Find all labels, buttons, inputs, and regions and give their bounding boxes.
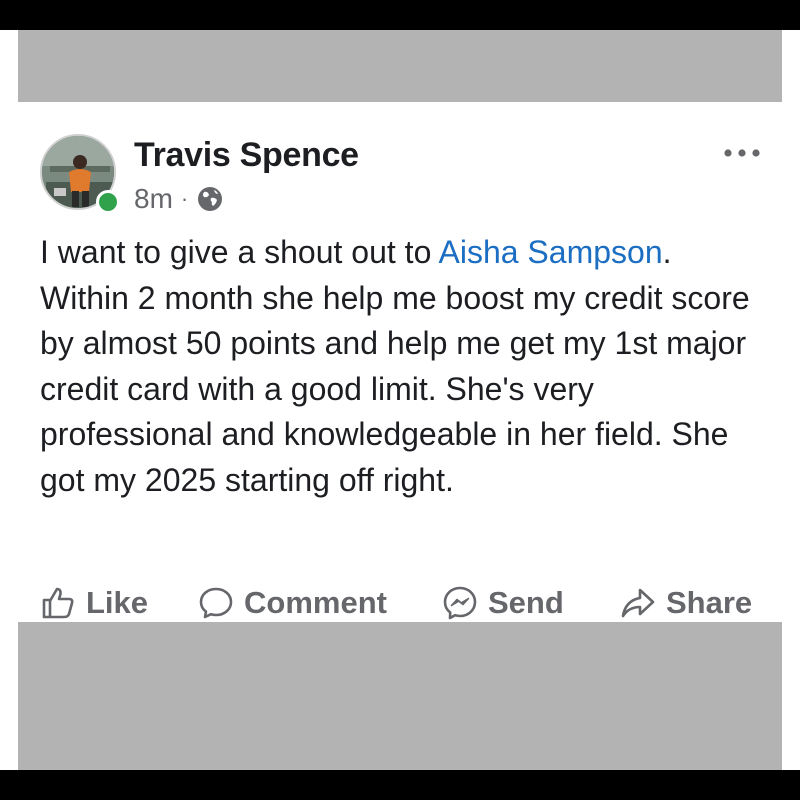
- comment-bubble-icon: [199, 587, 233, 619]
- more-options-icon: [724, 149, 760, 157]
- globe-icon[interactable]: [196, 185, 224, 213]
- bottom-grey-panel: [18, 622, 782, 770]
- post-body-part1: I want to give a shout out to: [40, 234, 439, 270]
- thumbs-up-icon: [42, 587, 74, 619]
- share-button[interactable]: Share: [620, 582, 752, 624]
- post-body-part2: . Within 2 month she help me boost my cr…: [40, 234, 750, 498]
- more-options-button[interactable]: [718, 140, 766, 166]
- mention-link[interactable]: Aisha Sampson: [438, 234, 662, 270]
- post-body-text: I want to give a shout out to Aisha Samp…: [40, 230, 762, 503]
- post-timestamp[interactable]: 8m: [134, 183, 173, 215]
- share-label: Share: [666, 585, 753, 620]
- like-label: Like: [86, 585, 149, 620]
- author-name[interactable]: Travis Spence: [134, 136, 359, 175]
- online-status-indicator: [96, 190, 120, 214]
- post-meta: 8m ·: [134, 182, 224, 216]
- send-button[interactable]: Send: [442, 582, 564, 624]
- top-grey-panel: [18, 30, 782, 102]
- post-actions-bar: Like Comment Send Share: [18, 582, 782, 624]
- author-avatar-container[interactable]: [40, 134, 120, 214]
- like-button[interactable]: Like: [40, 582, 148, 624]
- meta-separator: ·: [180, 186, 189, 211]
- messenger-icon: [443, 586, 477, 620]
- screenshot-frame: Travis Spence 8m · I want to give a shou…: [0, 0, 800, 800]
- send-label: Send: [488, 585, 564, 620]
- top-black-bar: [0, 0, 800, 30]
- comment-button[interactable]: Comment: [198, 582, 387, 624]
- share-arrow-icon: [621, 588, 655, 618]
- comment-label: Comment: [244, 585, 387, 620]
- post-card: Travis Spence 8m · I want to give a shou…: [18, 102, 782, 622]
- bottom-black-bar: [0, 770, 800, 800]
